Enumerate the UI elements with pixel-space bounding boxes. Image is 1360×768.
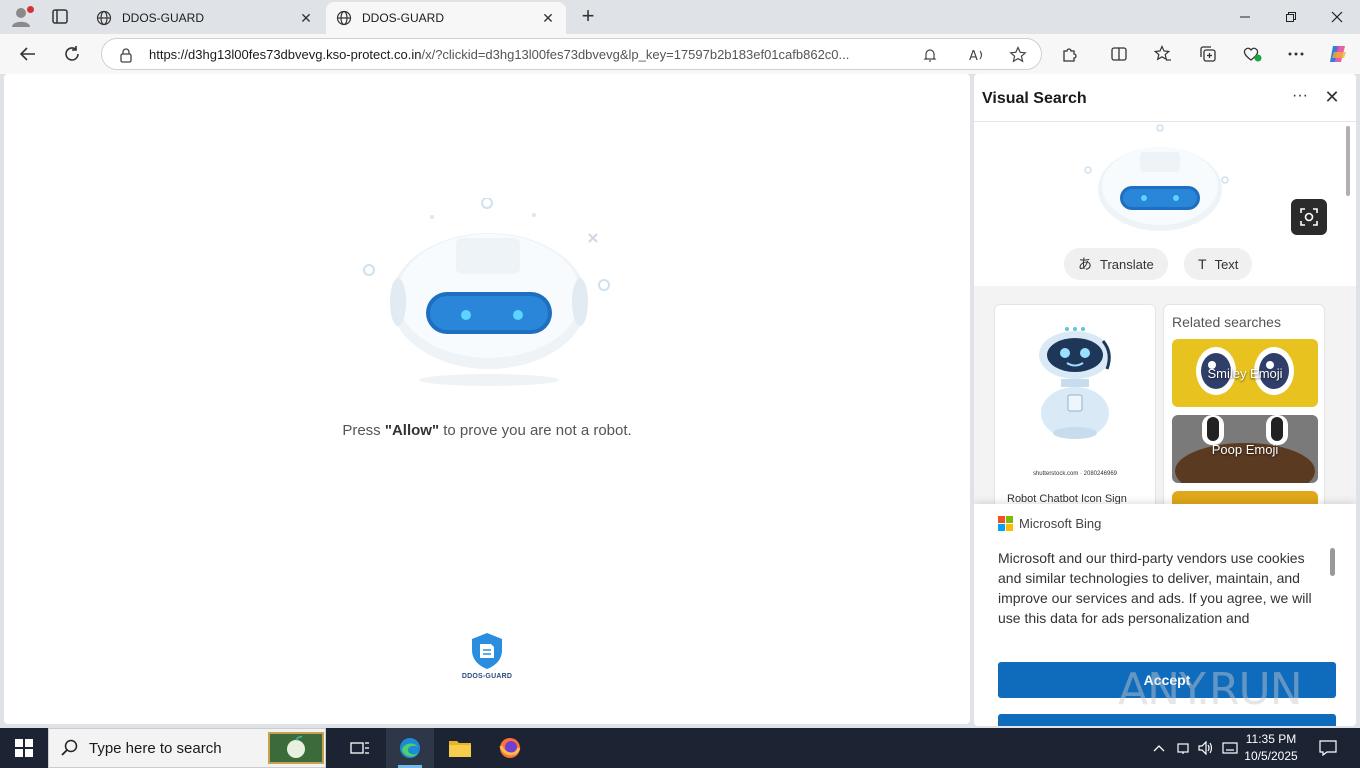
notifications-icon[interactable]: [1314, 728, 1342, 768]
refresh-icon[interactable]: [60, 42, 84, 66]
search-icon: [61, 739, 78, 756]
url-host: https://d3hg13l00fes73dbvevg.kso-protect…: [149, 47, 422, 62]
text-icon: T: [1198, 256, 1207, 272]
microsoft-bing-brand: Microsoft Bing: [998, 516, 1101, 531]
visual-search-panel: Visual Search ··· ✕ あ Translate T Text s…: [974, 74, 1356, 726]
anyrun-watermark: ANY.RUN: [1118, 656, 1314, 718]
tab-strip: DDOS-GUARD ✕ DDOS-GUARD ✕ +: [0, 0, 1360, 34]
page-caption: Press "Allow" to prove you are not a rob…: [4, 422, 970, 439]
show-hidden-icons-icon[interactable]: [1150, 728, 1168, 768]
translate-chip[interactable]: あ Translate: [1064, 248, 1168, 280]
globe-icon: [96, 10, 112, 26]
panel-header: Visual Search ··· ✕: [974, 74, 1356, 122]
related-label: Poop Emoji: [1211, 441, 1279, 457]
logo-text: DDOS-GUARD: [461, 673, 513, 680]
consent-text: Microsoft and our third-party vendors us…: [998, 550, 1312, 626]
web-page: Press "Allow" to prove you are not a rob…: [4, 74, 970, 724]
url-path: /x/?clickid=d3hg13l00fes73dbvevg&lp_key=…: [421, 47, 850, 62]
consent-scrollbar[interactable]: [1330, 548, 1335, 576]
svg-text:A: A: [969, 49, 978, 63]
edge-browser-icon[interactable]: [386, 728, 434, 768]
windows-logo-icon: [15, 739, 33, 757]
globe-icon: [336, 10, 352, 26]
restore-icon[interactable]: [1268, 0, 1314, 34]
result-robot-image: [1039, 327, 1111, 439]
close-icon[interactable]: ✕: [1320, 87, 1344, 109]
favorites-icon[interactable]: [1151, 42, 1175, 66]
related-item-smiley-emoji[interactable]: Smiley Emoji: [1172, 339, 1318, 407]
collections-icon[interactable]: [1196, 42, 1220, 66]
close-window-icon[interactable]: [1314, 0, 1360, 34]
robot-illustration: [363, 198, 610, 386]
caption-text-end: to prove you are not a robot.: [439, 422, 632, 439]
related-searches-heading: Related searches: [1172, 314, 1281, 330]
watermark-text: ANY.RUN: [1118, 664, 1303, 715]
tab-title: DDOS-GUARD: [362, 11, 445, 25]
tab-ddos-guard-2[interactable]: DDOS-GUARD ✕: [326, 2, 566, 34]
search-placeholder: Type here to search: [89, 739, 222, 757]
close-tab-icon[interactable]: ✕: [540, 10, 556, 26]
browser-toolbar: https://d3hg13l00fes73dbvevg.kso-protect…: [0, 34, 1360, 74]
clock-date: 10/5/2025: [1244, 749, 1298, 763]
start-button[interactable]: [0, 728, 48, 768]
text-chip[interactable]: T Text: [1184, 248, 1253, 280]
ddos-guard-logo: DDOS-GUARD: [459, 632, 515, 688]
copilot-icon[interactable]: [1326, 42, 1350, 66]
image-preview: あ Translate T Text: [974, 122, 1356, 286]
read-aloud-icon[interactable]: A: [968, 45, 988, 65]
back-arrow-icon[interactable]: [16, 42, 40, 66]
close-tab-icon[interactable]: ✕: [298, 10, 314, 26]
notification-dot: [27, 6, 34, 13]
lock-icon[interactable]: [118, 47, 134, 63]
scan-icon: [1300, 208, 1318, 226]
tab-ddos-guard-1[interactable]: DDOS-GUARD ✕: [86, 2, 324, 34]
minimize-icon[interactable]: [1222, 0, 1268, 34]
caption-allow: "Allow": [384, 422, 440, 439]
result-source: shutterstock.com · 2080246969: [1032, 471, 1118, 477]
brand-text: Microsoft Bing: [1019, 516, 1102, 531]
microsoft-logo-icon: [998, 516, 1013, 531]
split-screen-icon[interactable]: [1107, 42, 1131, 66]
tab-title: DDOS-GUARD: [122, 11, 205, 25]
visual-search-scan-button[interactable]: [1291, 199, 1327, 235]
related-searches-card: Related searches Smiley Emoji Poop Emoji: [1163, 304, 1325, 514]
notification-bell-icon[interactable]: [920, 45, 940, 65]
caption-text: Press: [342, 422, 385, 439]
panel-scrollbar[interactable]: [1346, 126, 1350, 196]
clock-time: 11:35 PM: [1245, 732, 1297, 746]
taskbar: Type here to search 11:35 PM 10/5/2025: [0, 728, 1360, 768]
url-text[interactable]: https://d3hg13l00fes73dbvevg.kso-protect…: [149, 47, 909, 62]
favorite-star-icon[interactable]: [1008, 45, 1028, 65]
volume-icon[interactable]: [1196, 728, 1216, 768]
search-highlight-icon[interactable]: [266, 728, 326, 768]
profile-avatar-icon[interactable]: [10, 6, 34, 28]
input-indicator-icon[interactable]: [1220, 728, 1240, 768]
tab-actions-icon[interactable]: [48, 6, 72, 28]
related-label: Smiley Emoji: [1207, 365, 1283, 381]
network-icon[interactable]: [1174, 728, 1192, 768]
file-explorer-icon[interactable]: [436, 728, 484, 768]
more-options-icon[interactable]: ···: [1288, 87, 1312, 109]
address-bar[interactable]: https://d3hg13l00fes73dbvevg.kso-protect…: [101, 38, 1042, 70]
settings-more-icon[interactable]: [1284, 42, 1308, 66]
preview-robot-image[interactable]: [1080, 124, 1240, 240]
panel-title: Visual Search: [982, 90, 1087, 107]
chip-label: Text: [1214, 256, 1239, 272]
related-item-poop-emoji[interactable]: Poop Emoji: [1172, 415, 1318, 483]
chip-label: Translate: [1100, 256, 1154, 272]
extensions-icon[interactable]: [1058, 42, 1082, 66]
search-result-card[interactable]: shutterstock.com · 2080246969 Robot Chat…: [994, 304, 1156, 514]
firefox-icon[interactable]: [486, 728, 534, 768]
translate-icon: あ: [1078, 256, 1092, 272]
system-clock[interactable]: 11:35 PM 10/5/2025: [1240, 731, 1302, 765]
task-view-icon[interactable]: [336, 728, 384, 768]
browser-essentials-icon[interactable]: [1240, 42, 1264, 66]
new-tab-button[interactable]: +: [576, 5, 600, 29]
